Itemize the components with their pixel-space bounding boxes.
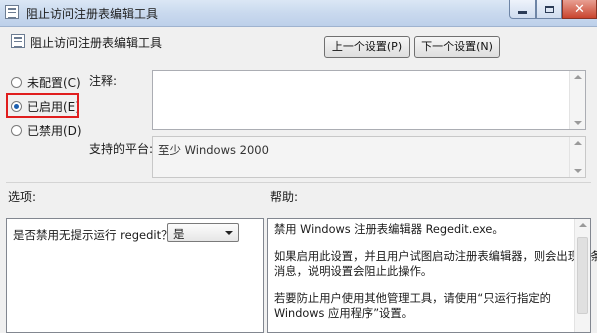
policy-setting-icon xyxy=(11,34,25,48)
scroll-thumb[interactable] xyxy=(577,237,588,314)
radio-disabled[interactable]: 已禁用(D) xyxy=(11,122,82,139)
help-line: 若要防止用户使用其他管理工具，请使用“只运行指定的 xyxy=(274,292,551,305)
comment-label: 注释: xyxy=(89,74,118,88)
radio-label: 未配置(C) xyxy=(27,76,81,90)
help-line: Windows 应用程序”设置。 xyxy=(274,307,413,320)
help-line: 如果启用此设置，并且用户试图启动注册表编辑器，则会出现一条 xyxy=(274,250,597,263)
minimize-icon xyxy=(518,11,527,14)
policy-icon xyxy=(5,5,19,19)
option-question: 是否禁用无提示运行 regedit？ xyxy=(13,228,173,242)
disable-regedit-select[interactable]: 是 xyxy=(167,223,239,242)
highlight-box xyxy=(6,93,79,118)
comment-scrollbar[interactable] xyxy=(569,71,585,129)
scroll-down-icon[interactable] xyxy=(574,121,582,125)
help-line: 消息，说明设置会阻止此操作。 xyxy=(274,265,433,278)
radio-button[interactable] xyxy=(11,77,22,88)
help-label: 帮助: xyxy=(270,190,299,204)
title-bar: 阻止访问注册表编辑工具 ✕ xyxy=(0,0,597,27)
close-icon: ✕ xyxy=(574,1,585,17)
platform-textbox: 至少 Windows 2000 xyxy=(152,136,586,178)
close-button[interactable]: ✕ xyxy=(562,0,597,19)
radio-button[interactable] xyxy=(11,125,22,136)
radio-label: 已禁用(D) xyxy=(27,124,82,138)
chevron-down-icon xyxy=(225,231,233,235)
platform-scrollbar[interactable] xyxy=(569,137,585,177)
maximize-icon xyxy=(544,5,554,13)
select-value: 是 xyxy=(173,227,185,241)
minimize-button[interactable] xyxy=(509,0,536,19)
scroll-up-icon[interactable] xyxy=(574,141,582,145)
options-label: 选项: xyxy=(8,190,37,204)
platform-label: 支持的平台: xyxy=(89,142,154,156)
next-setting-button[interactable]: 下一个设置(N) xyxy=(414,36,500,58)
section-divider xyxy=(6,182,591,183)
help-panel: 禁用 Windows 注册表编辑器 Regedit.exe。 如果启用此设置，并… xyxy=(267,218,597,333)
options-panel: 是否禁用无提示运行 regedit？ 是 xyxy=(6,218,264,333)
previous-setting-button[interactable]: 上一个设置(P) xyxy=(324,36,410,58)
radio-not-configured[interactable]: 未配置(C) xyxy=(11,74,81,91)
scroll-down-icon[interactable] xyxy=(574,169,582,173)
help-scrollbar[interactable] xyxy=(574,219,590,332)
comment-textbox[interactable] xyxy=(152,70,586,130)
scroll-up-icon[interactable] xyxy=(574,75,582,79)
help-line: 禁用 Windows 注册表编辑器 Regedit.exe。 xyxy=(274,223,504,236)
maximize-button[interactable] xyxy=(536,0,562,19)
window-title: 阻止访问注册表编辑工具 xyxy=(26,7,159,21)
platform-value: 至少 Windows 2000 xyxy=(158,143,269,157)
policy-name: 阻止访问注册表编辑工具 xyxy=(30,36,163,50)
scroll-up-icon[interactable] xyxy=(579,223,587,227)
